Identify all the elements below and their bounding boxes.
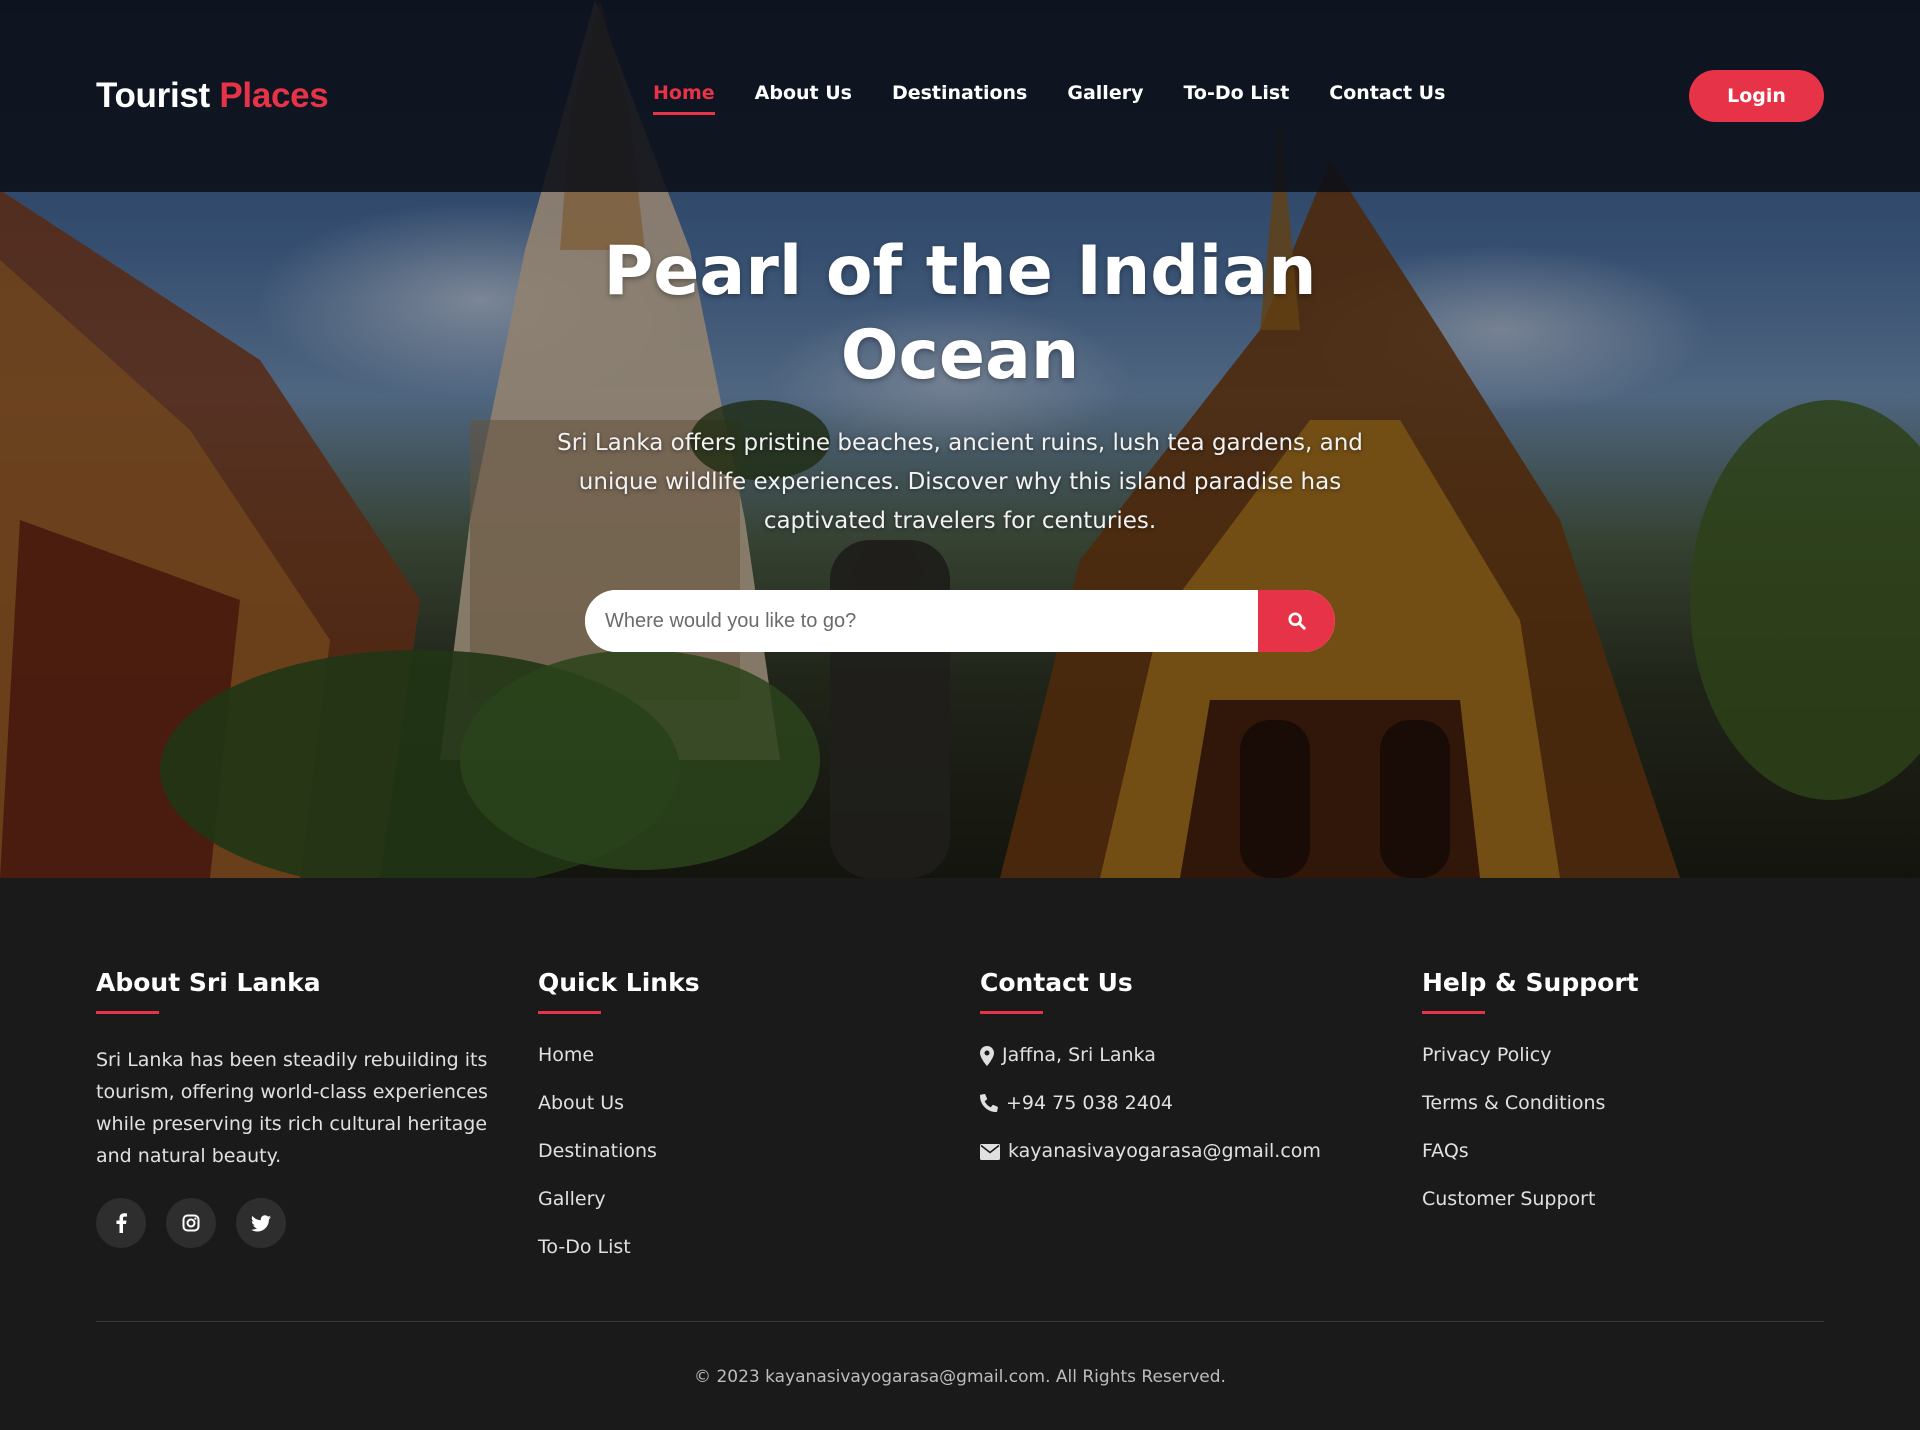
social-links: [96, 1198, 506, 1248]
envelope-icon: [980, 1144, 1000, 1160]
contact-heading: Contact Us: [980, 968, 1133, 997]
contact-email: kayanasivayogarasa@gmail.com: [980, 1140, 1390, 1188]
footer-link-faqs[interactable]: FAQs: [1422, 1140, 1832, 1188]
nav-destinations[interactable]: Destinations: [892, 82, 1027, 115]
heading-underline: [1422, 1011, 1485, 1014]
footer-link-about-us[interactable]: About Us: [538, 1092, 948, 1140]
nav-gallery[interactable]: Gallery: [1067, 82, 1143, 115]
contact-email-text[interactable]: kayanasivayogarasa@gmail.com: [1008, 1140, 1321, 1162]
about-heading: About Sri Lanka: [96, 968, 321, 997]
hero-section: Tourist Places Home About Us Destination…: [0, 0, 1920, 878]
facebook-icon: [116, 1213, 127, 1233]
contact-phone-text[interactable]: +94 75 038 2404: [1006, 1092, 1173, 1114]
nav-contact-us[interactable]: Contact Us: [1329, 82, 1445, 115]
nav-home[interactable]: Home: [653, 82, 715, 115]
instagram-icon: [182, 1214, 200, 1232]
hero-description: Sri Lanka offers pristine beaches, ancie…: [557, 430, 1363, 534]
logo-accent-text: Places: [219, 76, 329, 115]
phone-icon: [980, 1094, 998, 1112]
footer-link-terms-conditions[interactable]: Terms & Conditions: [1422, 1092, 1832, 1140]
twitter-icon: [251, 1214, 271, 1231]
contact-address: Jaffna, Sri Lanka: [980, 1044, 1390, 1092]
heading-underline: [980, 1011, 1043, 1014]
heading-underline: [96, 1011, 159, 1014]
heading-underline: [538, 1011, 601, 1014]
nav-about-us[interactable]: About Us: [755, 82, 852, 115]
footer-contact-column: Contact Us Jaffna, Sri Lanka +94 75 038 …: [980, 968, 1390, 1188]
login-button[interactable]: Login: [1689, 70, 1824, 122]
about-text: Sri Lanka has been steadily rebuilding i…: [96, 1049, 488, 1167]
facebook-link[interactable]: [96, 1198, 146, 1248]
instagram-link[interactable]: [166, 1198, 216, 1248]
quick-links-list: Home About Us Destinations Gallery To-Do…: [538, 1044, 948, 1284]
footer-link-privacy-policy[interactable]: Privacy Policy: [1422, 1044, 1832, 1092]
logo-text: Tourist: [96, 76, 210, 115]
search-button[interactable]: [1258, 590, 1335, 652]
help-links-list: Privacy Policy Terms & Conditions FAQs C…: [1422, 1044, 1832, 1236]
footer-help-column: Help & Support Privacy Policy Terms & Co…: [1422, 968, 1832, 1236]
site-logo[interactable]: Tourist Places: [96, 76, 329, 116]
hero-content: Pearl of the Indian Ocean Sri Lanka offe…: [0, 230, 1920, 541]
site-footer: About Sri Lanka Sri Lanka has been stead…: [0, 878, 1920, 1430]
footer-link-todo-list[interactable]: To-Do List: [538, 1236, 948, 1284]
contact-phone: +94 75 038 2404: [980, 1092, 1390, 1140]
help-heading: Help & Support: [1422, 968, 1639, 997]
nav-todo-list[interactable]: To-Do List: [1183, 82, 1289, 115]
twitter-link[interactable]: [236, 1198, 286, 1248]
quick-links-heading: Quick Links: [538, 968, 700, 997]
search-icon: [1287, 612, 1306, 630]
copyright-text: © 2023 kayanasivayogarasa@gmail.com. All…: [694, 1367, 1226, 1387]
footer-link-home[interactable]: Home: [538, 1044, 948, 1092]
main-nav: Home About Us Destinations Gallery To-Do…: [653, 82, 1445, 115]
contact-address-text: Jaffna, Sri Lanka: [1002, 1044, 1156, 1066]
map-marker-icon: [980, 1046, 994, 1066]
hero-title: Pearl of the Indian Ocean: [603, 232, 1317, 395]
search-form: [585, 590, 1335, 652]
search-input[interactable]: [585, 590, 1258, 652]
footer-link-customer-support[interactable]: Customer Support: [1422, 1188, 1832, 1236]
footer-about-column: About Sri Lanka Sri Lanka has been stead…: [96, 968, 506, 1248]
contact-list: Jaffna, Sri Lanka +94 75 038 2404 kayana…: [980, 1044, 1390, 1188]
footer-quick-links-column: Quick Links Home About Us Destinations G…: [538, 968, 948, 1284]
footer-link-gallery[interactable]: Gallery: [538, 1188, 948, 1236]
footer-link-destinations[interactable]: Destinations: [538, 1140, 948, 1188]
site-header: Tourist Places Home About Us Destination…: [0, 0, 1920, 192]
footer-divider: [96, 1321, 1824, 1322]
